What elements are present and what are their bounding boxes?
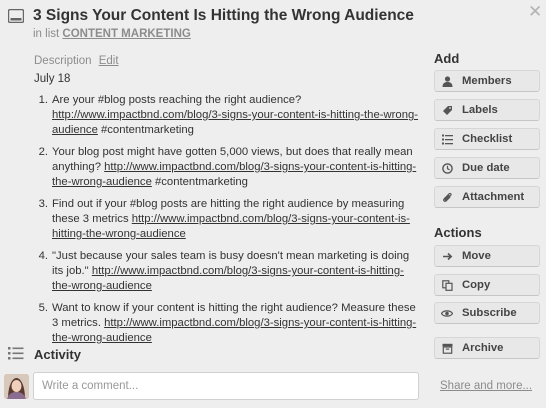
clock-icon [441,162,453,174]
comment-input[interactable] [33,372,419,400]
paperclip-icon [441,191,453,203]
add-heading: Add [434,51,460,66]
copy-label: Copy [462,279,491,291]
due-date-label: Due date [462,162,510,174]
members-label: Members [462,75,512,87]
list-item-text: Are your #blog posts reaching the right … [52,94,302,106]
person-icon [441,75,453,87]
close-icon[interactable]: ✕ [528,3,542,20]
subscribe-label: Subscribe [462,307,517,319]
list-name-link[interactable]: CONTENT MARKETING [62,28,190,40]
description-list: 1. Are your #blog posts reaching the rig… [34,93,419,353]
list-info: in list CONTENT MARKETING [33,28,191,40]
labels-button[interactable]: Labels [434,99,540,121]
archive-icon [441,342,453,354]
share-and-more-link[interactable]: Share and more... [440,380,532,392]
list-prefix: in list [33,28,60,40]
members-button[interactable]: Members [434,70,540,92]
labels-label: Labels [462,104,498,116]
description-header: Description Edit [34,55,119,67]
due-date-button[interactable]: Due date [434,157,540,179]
eye-icon [441,307,453,319]
checklist-label: Checklist [462,133,513,145]
blog-post-link[interactable]: http://www.impactbnd.com/blog/3-signs-yo… [52,317,416,344]
edit-description-link[interactable]: Edit [99,55,119,67]
activity-icon [8,346,24,360]
activity-title: Activity [34,347,81,362]
list-item-number: 2. [38,146,48,158]
arrow-right-icon [441,250,453,262]
tag-icon [441,104,453,116]
avatar[interactable] [4,374,29,399]
list-item: 3. Find out if your #blog posts are hitt… [34,197,419,242]
attachment-label: Attachment [462,191,525,203]
list-item-number: 1. [38,94,48,106]
move-label: Move [462,250,491,262]
list-item: 2. Your blog post might have gotten 5,00… [34,145,419,190]
blog-post-link[interactable]: http://www.impactbnd.com/blog/3-signs-yo… [52,265,404,292]
list-item: 1. Are your #blog posts reaching the rig… [34,93,419,138]
list-item-number: 5. [38,302,48,314]
attachment-button[interactable]: Attachment [434,186,540,208]
actions-heading: Actions [434,225,482,240]
move-button[interactable]: Move [434,245,540,267]
list-item: 4. "Just because your sales team is busy… [34,249,419,294]
description-label: Description [34,55,92,67]
list-item-hashtag: #contentmarketing [97,124,194,136]
archive-button[interactable]: Archive [434,337,540,359]
checklist-icon [441,133,453,145]
description-date: July 18 [34,73,71,85]
checklist-button[interactable]: Checklist [434,128,540,150]
list-item-hashtag: #contentmarketing [151,176,248,188]
copy-button[interactable]: Copy [434,274,540,296]
card-icon [7,8,25,24]
list-item-number: 4. [38,250,48,262]
subscribe-button[interactable]: Subscribe [434,302,540,324]
copy-icon [441,279,453,291]
archive-label: Archive [462,342,504,354]
card-title: 3 Signs Your Content Is Hitting the Wron… [33,7,414,24]
list-item: 5. Want to know if your content is hitti… [34,301,419,346]
list-item-number: 3. [38,198,48,210]
